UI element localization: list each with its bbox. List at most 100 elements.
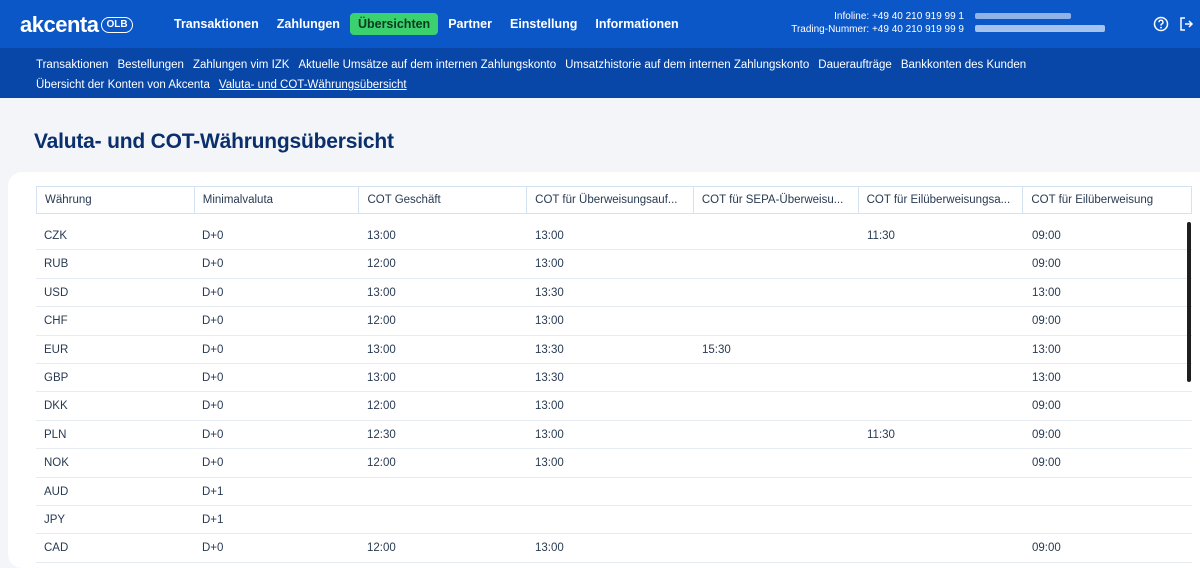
column-header-cot-fuer-ueberweisungsauf[interactable]: COT für Überweisungsauf... <box>527 187 694 213</box>
table-cell: AUD <box>44 485 69 498</box>
main-navigation: Transaktionen Zahlungen Übersichten Partner… <box>166 13 689 35</box>
table-cell: USD <box>44 286 69 299</box>
table-cell <box>859 279 1024 306</box>
column-header-cot-fuer-eilueberweisung[interactable]: COT für Eilüberweisung <box>1023 187 1191 213</box>
table-cell: 13:00 <box>1032 343 1061 356</box>
table-cell: CZK <box>44 230 67 242</box>
column-header-cot-geschaeft[interactable]: COT Geschäft <box>359 187 528 213</box>
table-cell: 13:00 <box>535 315 564 328</box>
table-cell: D+0 <box>202 457 224 470</box>
table-cell <box>859 478 1024 505</box>
akcenta-logo[interactable]: akcenta OLB <box>20 12 133 38</box>
table-row[interactable]: AUD D+1 <box>36 478 1192 506</box>
table-cell: 13:00 <box>367 343 396 356</box>
table-card: Währung Minimalvaluta COT Geschäft COT für … <box>8 172 1200 568</box>
table-cell <box>694 534 859 561</box>
nav-item-zahlungen[interactable]: Zahlungen <box>269 13 348 35</box>
user-info-blurred[interactable] <box>975 13 1135 35</box>
infoline-text: Infoline: +49 40 210 919 99 1 <box>834 11 964 22</box>
table-cell <box>527 478 694 505</box>
table-cell <box>527 506 694 533</box>
table-cell <box>859 392 1024 419</box>
table-cell <box>1024 506 1192 533</box>
table-cell: 13:00 <box>367 371 396 384</box>
help-icon[interactable] <box>1152 15 1170 33</box>
table-cell: 12:00 <box>367 315 396 328</box>
table-cell: 09:00 <box>1032 258 1061 271</box>
logo-text: akcenta <box>20 12 99 37</box>
table-cell: 09:00 <box>1032 542 1061 555</box>
table-cell: 13:00 <box>367 286 396 299</box>
subnav-item-valuta-und-cot-waehrungsuebersicht[interactable]: Valuta- und COT-Währungsübersicht <box>219 78 407 93</box>
subnav-item-bestellungen[interactable]: Bestellungen <box>117 58 184 73</box>
subnav-item-uebersicht-der-konten-von-akcenta[interactable]: Übersicht der Konten von Akcenta <box>36 78 210 93</box>
nav-item-partner[interactable]: Partner <box>440 13 500 35</box>
contact-info: Infoline: +49 40 210 919 99 1 Trading-Nu… <box>791 10 964 36</box>
sub-nav-row-1: Transaktionen Bestellungen Zahlungen vim I… <box>36 58 1200 73</box>
table-cell <box>859 449 1024 476</box>
table-cell: RUB <box>44 258 69 271</box>
logout-icon[interactable] <box>1177 15 1195 33</box>
table-cell: CAD <box>44 542 69 555</box>
table-row[interactable]: CHF D+0 12:00 13:00 09:00 <box>36 307 1192 336</box>
table-cell: 13:00 <box>535 542 564 555</box>
table-header: Währung Minimalvaluta COT Geschäft COT für … <box>36 186 1192 214</box>
nav-item-einstellung[interactable]: Einstellung <box>502 13 585 35</box>
table-cell: 13:30 <box>535 343 564 356</box>
logo-badge: OLB <box>101 17 133 33</box>
sub-nav-row-2: Übersicht der Konten von Akcenta Valuta- … <box>36 78 1200 93</box>
table-cell: D+0 <box>202 343 224 356</box>
table-row[interactable]: RUB D+0 12:00 13:00 09:00 <box>36 250 1192 279</box>
table-row[interactable]: DKK D+0 12:00 13:00 09:00 <box>36 392 1192 421</box>
table-cell: D+1 <box>202 513 224 526</box>
subnav-item-umsatzhistorie-auf-dem-internen-zahlungskonto[interactable]: Umsatzhistorie auf dem internen Zahlungs… <box>565 58 809 73</box>
table-row[interactable]: PLN D+0 12:30 13:00 11:30 09:00 <box>36 421 1192 450</box>
nav-item-uebersichten[interactable]: Übersichten <box>349 13 439 35</box>
table-cell <box>859 364 1024 391</box>
table-row[interactable]: CZK D+0 13:00 13:00 11:30 09:00 <box>36 222 1192 251</box>
sub-navigation: Transaktionen Bestellungen Zahlungen vim I… <box>0 48 1200 98</box>
subnav-item-aktuelle-umsaetze-auf-dem-internen-zahlungskonto[interactable]: Aktuelle Umsätze auf dem internen Zahlun… <box>298 58 556 73</box>
table-cell: D+1 <box>202 485 224 498</box>
table-cell <box>694 421 859 448</box>
subnav-item-zahlungen-vim-izk[interactable]: Zahlungen vim IZK <box>193 58 290 73</box>
table-cell: 12:00 <box>367 400 396 413</box>
table-cell: 13:00 <box>535 428 564 441</box>
subnav-item-dauerauftraege[interactable]: Daueraufträge <box>818 58 892 73</box>
top-bar: akcenta OLB Transaktionen Zahlungen Übersi… <box>0 0 1200 48</box>
table-row[interactable]: CAD D+0 12:00 13:00 09:00 <box>36 534 1192 563</box>
nav-item-transaktionen[interactable]: Transaktionen <box>166 13 267 35</box>
table-cell: D+0 <box>202 428 224 441</box>
table-cell: 12:00 <box>367 258 396 271</box>
nav-item-informationen[interactable]: Informationen <box>587 13 686 35</box>
table-cell: 11:30 <box>867 428 895 441</box>
vertical-scrollbar[interactable] <box>1187 222 1191 382</box>
table-cell: 13:00 <box>367 230 396 242</box>
table-cell <box>859 506 1024 533</box>
table-row[interactable]: EUR D+0 13:00 13:30 15:30 13:00 <box>36 336 1192 364</box>
column-header-minimalvaluta[interactable]: Minimalvaluta <box>195 187 360 213</box>
table-cell <box>694 279 859 306</box>
table-row[interactable]: GBP D+0 13:00 13:30 13:00 <box>36 364 1192 393</box>
table-cell: 15:30 <box>702 343 731 356</box>
column-header-waehrung[interactable]: Währung <box>37 187 195 213</box>
table-cell <box>694 307 859 334</box>
subnav-item-transaktionen[interactable]: Transaktionen <box>36 58 108 73</box>
trading-number-text: Trading-Nummer: +49 40 210 919 99 9 <box>791 24 964 35</box>
table-row[interactable]: USD D+0 13:00 13:30 13:00 <box>36 279 1192 308</box>
table-row[interactable]: JPY D+1 <box>36 506 1192 535</box>
table-cell: GBP <box>44 371 69 384</box>
table-cell: 09:00 <box>1032 230 1061 242</box>
column-header-cot-fuer-sepa-ueberweisu[interactable]: COT für SEPA-Überweisu... <box>694 187 859 213</box>
table-cell: 13:00 <box>1032 286 1061 299</box>
table-cell <box>694 250 859 277</box>
table-cell <box>859 307 1024 334</box>
table-row[interactable]: NOK D+0 12:00 13:00 09:00 <box>36 449 1192 478</box>
subnav-item-bankkonten-des-kunden[interactable]: Bankkonten des Kunden <box>901 58 1026 73</box>
column-header-cot-fuer-eilueberweisungsa[interactable]: COT für Eilüberweisungsa... <box>859 187 1024 213</box>
table-cell: 13:00 <box>535 400 564 413</box>
table-cell <box>1024 478 1192 505</box>
table-cell: 11:30 <box>867 230 895 242</box>
table-body: CZK D+0 13:00 13:00 11:30 09:00 RUB D+0 12:00 13:… <box>36 222 1192 563</box>
table-cell <box>694 392 859 419</box>
